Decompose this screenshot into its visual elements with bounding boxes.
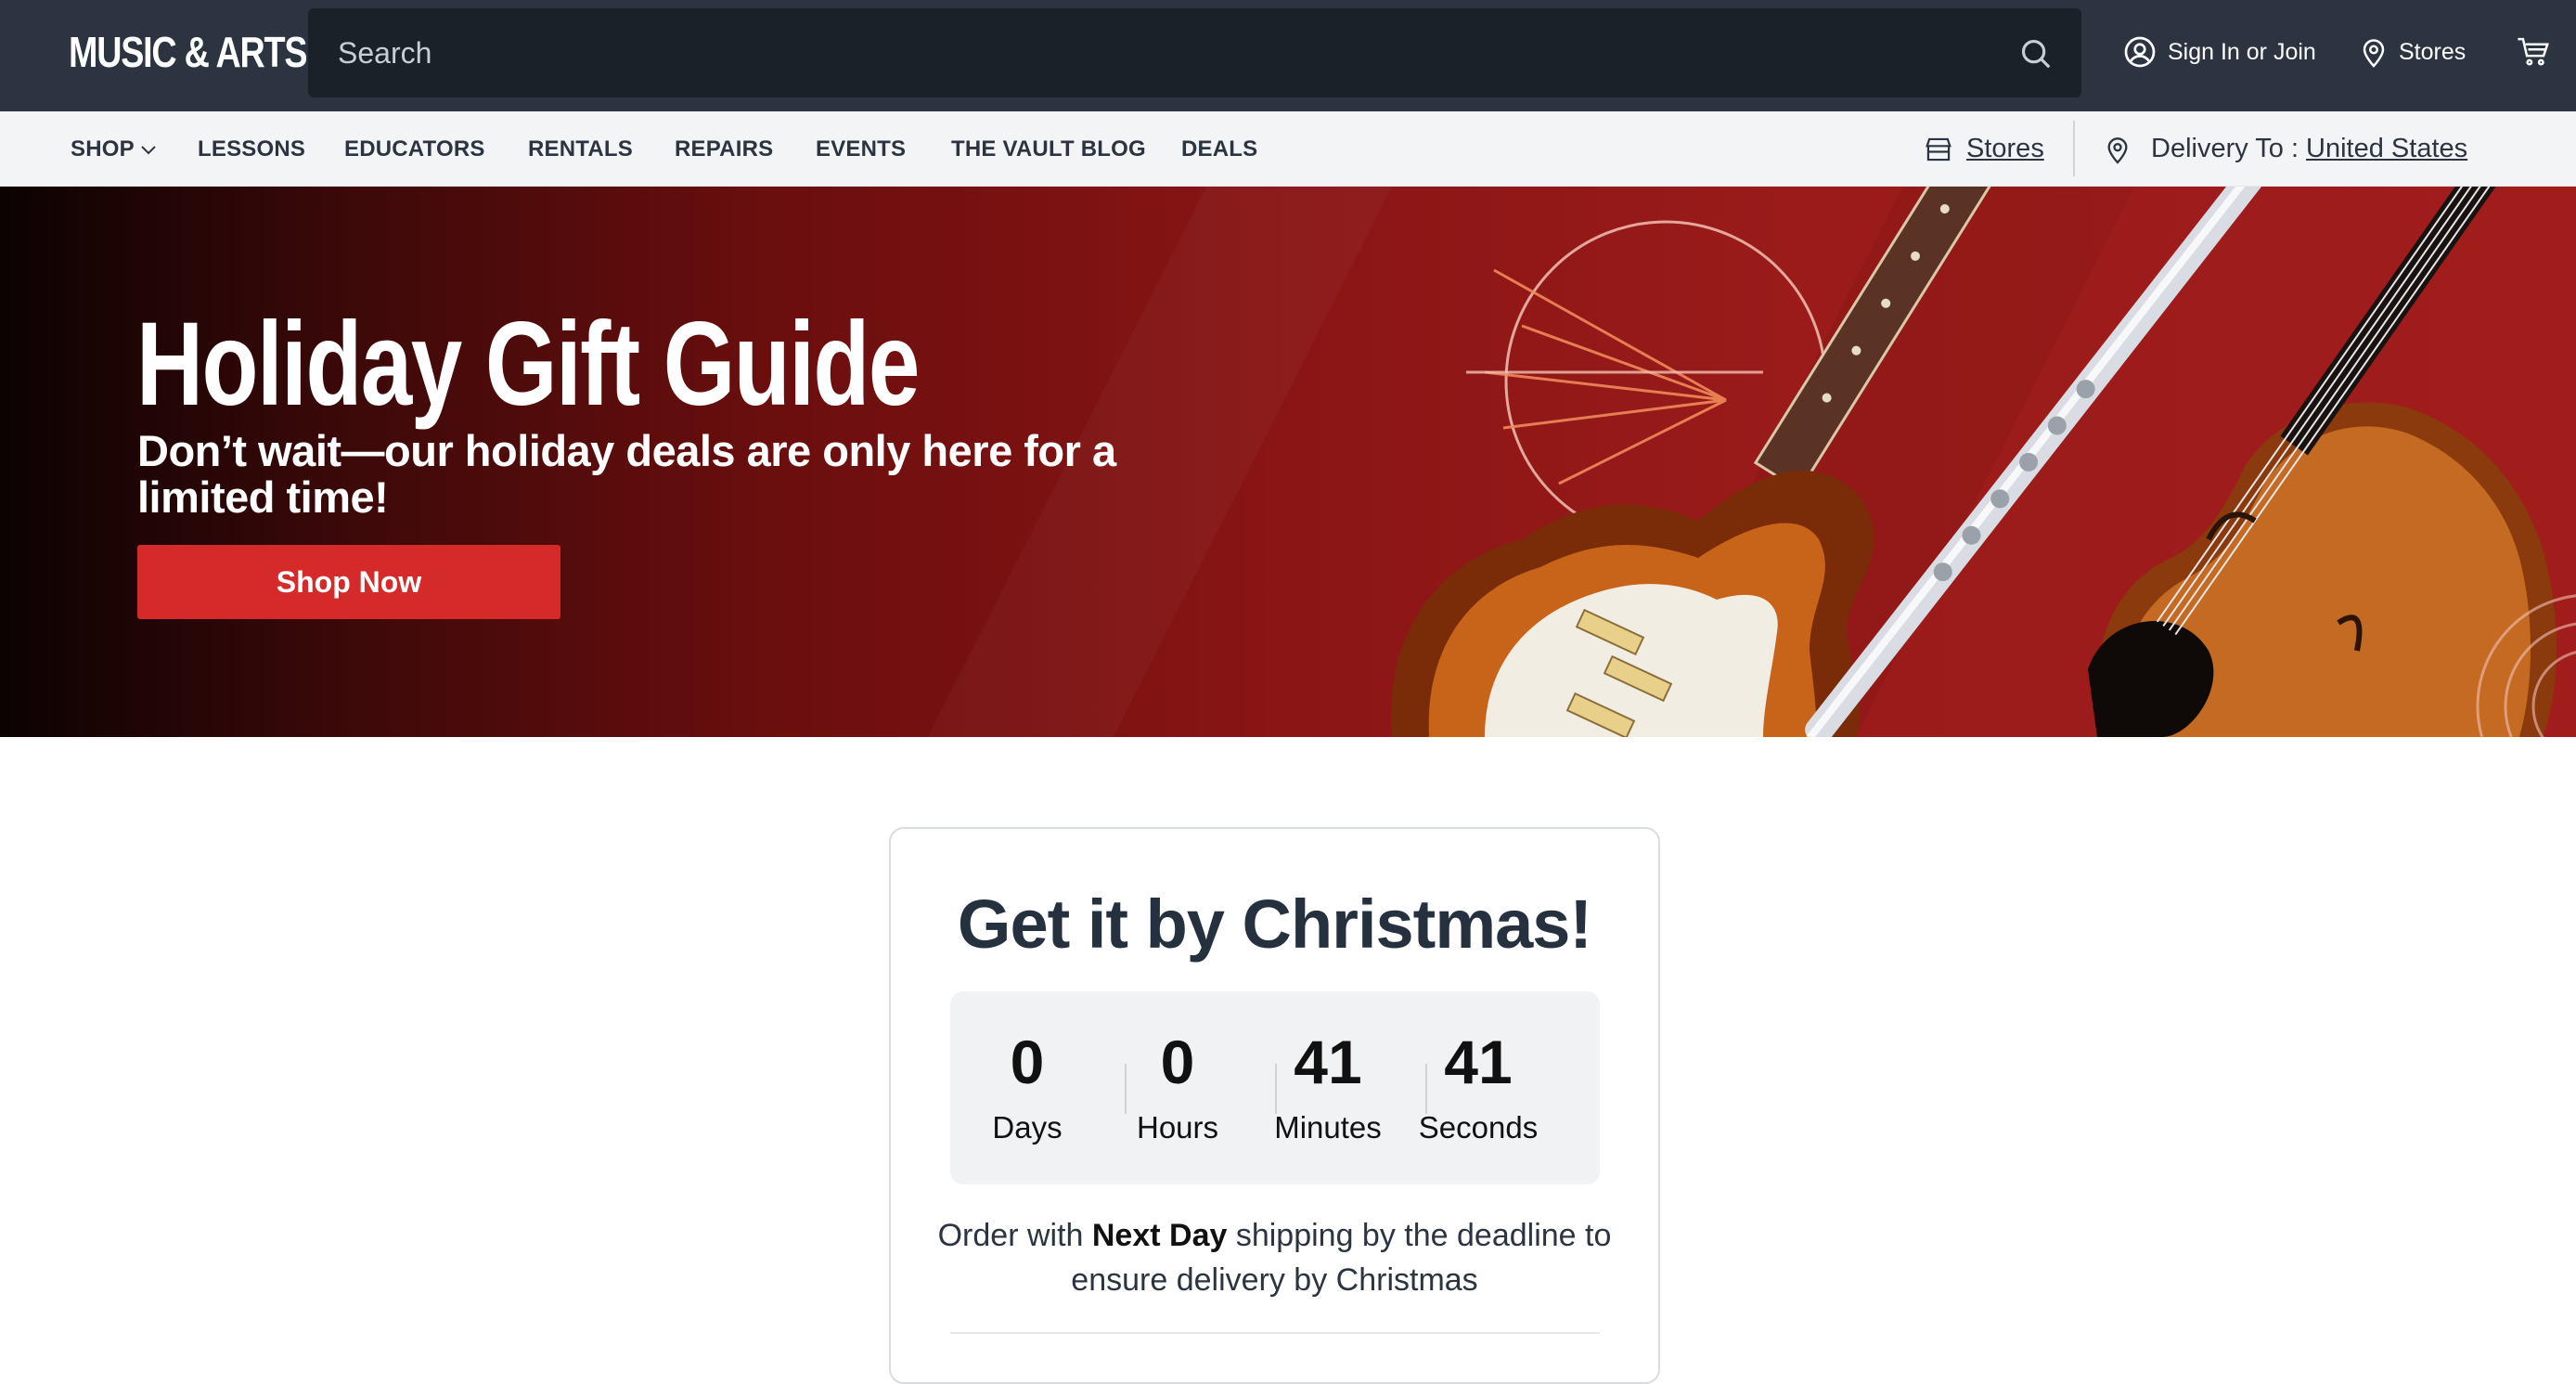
nav-deals[interactable]: DEALS (1181, 111, 1257, 187)
nav-rentals[interactable]: RENTALS (528, 111, 633, 187)
map-pin-icon (2107, 136, 2128, 164)
nav-shop-label: SHOP (71, 136, 135, 162)
user-icon (2124, 36, 2156, 68)
nav-events[interactable]: EVENTS (816, 111, 906, 187)
search-icon[interactable] (2018, 36, 2054, 71)
shop-now-button[interactable]: Shop Now (137, 545, 560, 619)
stores-label: Stores (2399, 38, 2467, 65)
christmas-countdown-card: Get it by Christmas! 0 Days 0 Hours 41 M… (889, 827, 1660, 1384)
nav-lessons[interactable]: LESSONS (198, 111, 305, 187)
site-header: MUSIC & ARTS Sign In or Join Stores (0, 0, 2576, 111)
countdown-days-value: 0 (1010, 1028, 1045, 1096)
countdown-hours: 0 Hours (1108, 991, 1247, 1184)
nav-vault-blog[interactable]: THE VAULT BLOG (951, 111, 1146, 187)
cart-icon (2518, 37, 2549, 66)
countdown-hours-value: 0 (1160, 1028, 1195, 1096)
cart-button[interactable] (2517, 30, 2561, 74)
site-logo[interactable]: MUSIC & ARTS (69, 26, 307, 78)
sign-in-label: Sign In or Join (2168, 38, 2316, 65)
chevron-down-icon (141, 145, 156, 155)
countdown-seconds-value: 41 (1444, 1028, 1513, 1096)
shipping-note-pre: Order with (937, 1218, 1092, 1253)
search-input[interactable] (338, 8, 1990, 97)
shipping-note: Order with Next Day shipping by the dead… (937, 1213, 1612, 1302)
delivery-prefix: Delivery To : (2151, 134, 2299, 163)
nav-shop[interactable]: SHOP (71, 111, 157, 187)
countdown-seconds: 41 Seconds (1409, 991, 1548, 1184)
nav-divider (2073, 121, 2075, 176)
store-icon (1926, 137, 1951, 161)
hero-title: Holiday Gift Guide (136, 298, 920, 431)
nav-educators[interactable]: EDUCATORS (344, 111, 485, 187)
nav-stores-link[interactable]: Stores (1924, 111, 2044, 187)
shipping-note-emphasis: Next Day (1091, 1218, 1228, 1253)
delivery-selector[interactable]: Delivery To : United States (2105, 111, 2467, 187)
countdown-timer: 0 Days 0 Hours 41 Minutes 41 Seconds (950, 991, 1600, 1184)
countdown-title: Get it by Christmas! (957, 886, 1592, 963)
countdown-days: 0 Days (958, 991, 1097, 1184)
hero-banner[interactable]: Holiday Gift Guide Don’t wait—our holida… (0, 187, 2576, 737)
hero-subtitle: Don’t wait—our holiday deals are only he… (137, 426, 1116, 522)
card-divider (950, 1332, 1600, 1334)
search-bar (308, 8, 2081, 97)
nav-stores-label: Stores (1966, 134, 2044, 163)
nav-repairs[interactable]: REPAIRS (675, 111, 773, 187)
countdown-seconds-label: Seconds (1418, 1110, 1539, 1145)
map-pin-icon (2363, 39, 2385, 68)
sign-in-link[interactable]: Sign In or Join (2123, 30, 2316, 74)
countdown-minutes: 41 Minutes (1258, 991, 1397, 1184)
stores-link[interactable]: Stores (2360, 30, 2466, 74)
main-nav: SHOP LESSONS EDUCATORS RENTALS REPAIRS E… (0, 111, 2576, 187)
delivery-country-link[interactable]: United States (2306, 134, 2467, 164)
countdown-minutes-value: 41 (1294, 1028, 1362, 1096)
